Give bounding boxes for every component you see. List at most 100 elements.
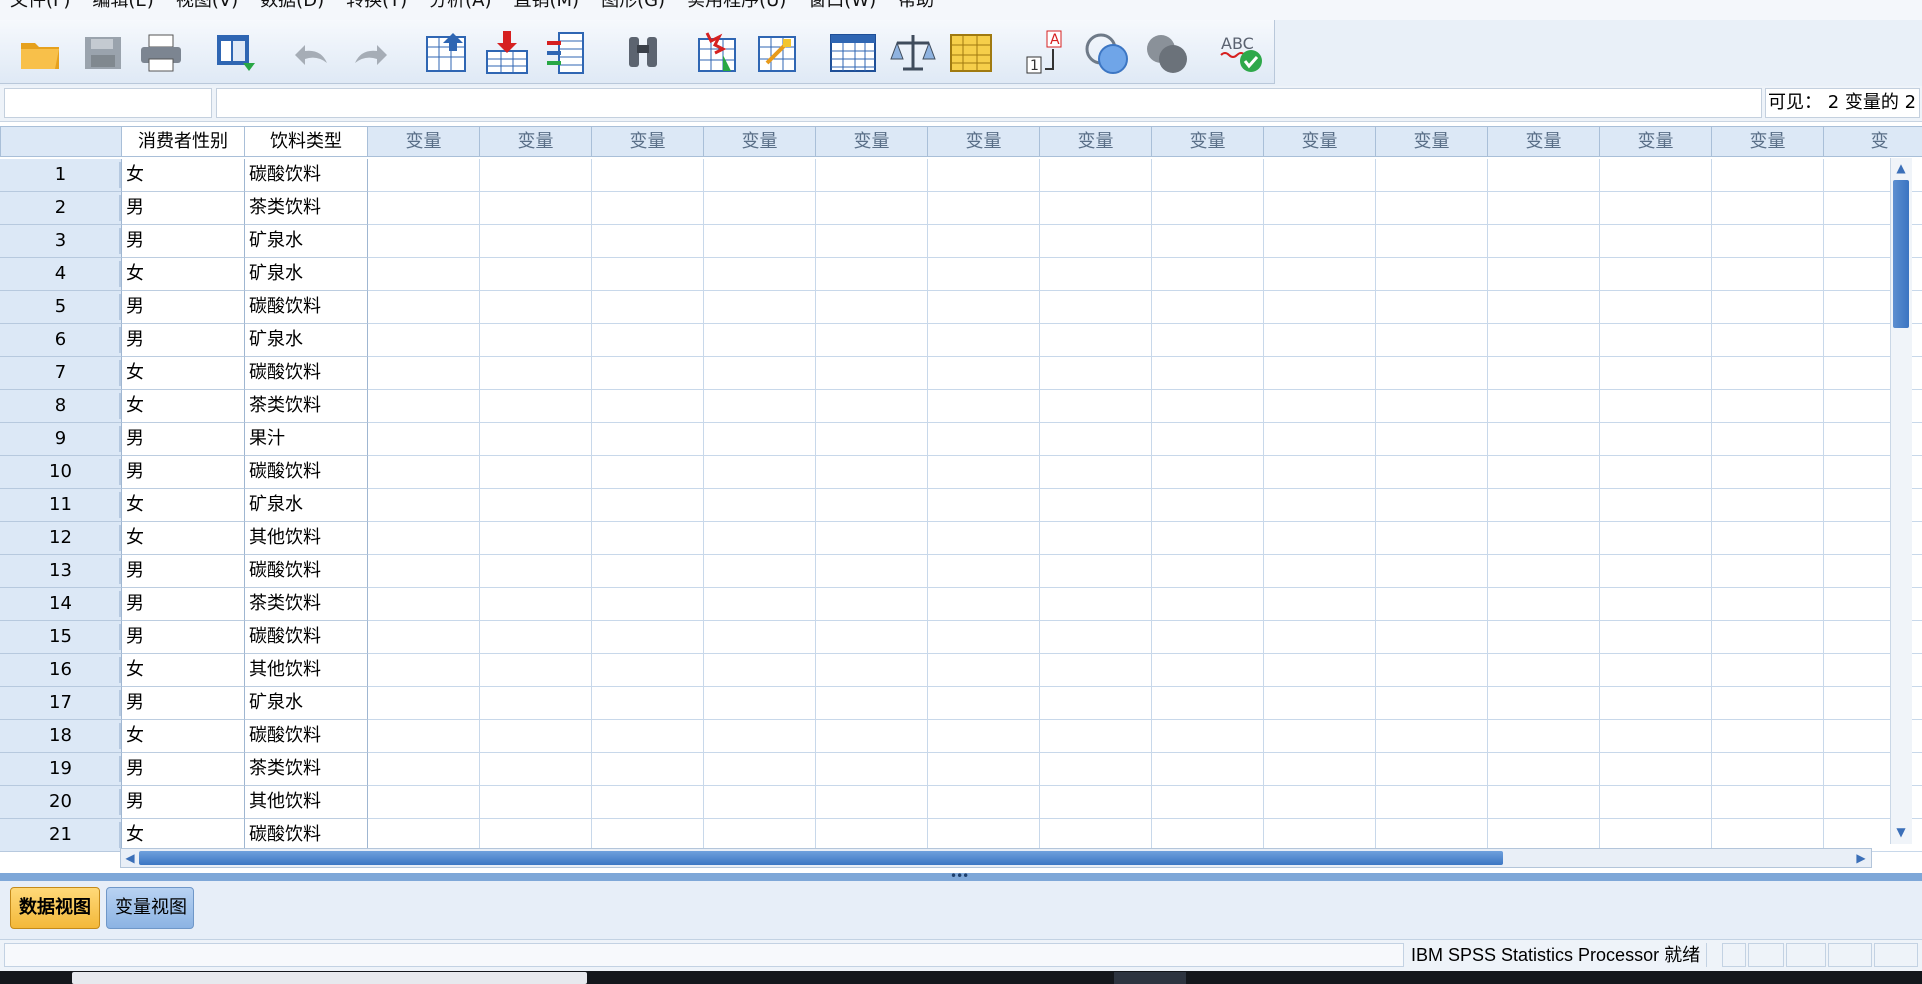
cell-empty[interactable] xyxy=(368,423,480,456)
cell-empty[interactable] xyxy=(368,555,480,588)
cell-gender[interactable]: 女 xyxy=(122,159,245,192)
cell-empty[interactable] xyxy=(1264,753,1376,786)
cell-empty[interactable] xyxy=(592,588,704,621)
scroll-right-icon[interactable]: ▶ xyxy=(1853,850,1869,866)
save-icon[interactable] xyxy=(78,28,128,78)
cell-empty[interactable] xyxy=(704,522,816,555)
cell-empty[interactable] xyxy=(928,324,1040,357)
cell-empty[interactable] xyxy=(1040,390,1152,423)
cell-empty[interactable] xyxy=(480,258,592,291)
cell-empty[interactable] xyxy=(1264,786,1376,819)
row-number[interactable]: 18 xyxy=(0,720,122,753)
cell-empty[interactable] xyxy=(1488,258,1600,291)
cell-empty[interactable] xyxy=(1040,456,1152,489)
cell-empty[interactable] xyxy=(928,225,1040,258)
cell-empty[interactable] xyxy=(1488,522,1600,555)
cell-empty[interactable] xyxy=(1712,291,1824,324)
cell-empty[interactable] xyxy=(1040,225,1152,258)
vertical-scrollbar[interactable]: ▲ ▼ xyxy=(1890,158,1912,844)
cell-empty[interactable] xyxy=(704,588,816,621)
cell-empty[interactable] xyxy=(1600,687,1712,720)
cell-empty[interactable] xyxy=(1152,786,1264,819)
cell-empty[interactable] xyxy=(704,357,816,390)
cell-empty[interactable] xyxy=(368,720,480,753)
cell-empty[interactable] xyxy=(480,423,592,456)
undo-icon[interactable] xyxy=(286,28,336,78)
cell-empty[interactable] xyxy=(928,192,1040,225)
cell-empty[interactable] xyxy=(928,555,1040,588)
cell-gender[interactable]: 男 xyxy=(122,456,245,489)
cell-empty[interactable] xyxy=(1264,423,1376,456)
cell-empty[interactable] xyxy=(1152,522,1264,555)
cell-empty[interactable] xyxy=(480,192,592,225)
cell-empty[interactable] xyxy=(1264,225,1376,258)
cell-empty[interactable] xyxy=(1264,555,1376,588)
cell-drink-type[interactable]: 茶类饮料 xyxy=(245,588,368,621)
cell-empty[interactable] xyxy=(1152,687,1264,720)
cell-empty[interactable] xyxy=(1488,687,1600,720)
cell-empty[interactable] xyxy=(704,225,816,258)
cell-empty[interactable] xyxy=(1152,720,1264,753)
cell-empty[interactable] xyxy=(368,324,480,357)
cell-empty[interactable] xyxy=(1600,555,1712,588)
cell-empty[interactable] xyxy=(1376,225,1488,258)
cell-empty[interactable] xyxy=(1712,588,1824,621)
column-header-gender[interactable]: 消费者性别 xyxy=(122,126,245,157)
cell-empty[interactable] xyxy=(816,621,928,654)
cell-empty[interactable] xyxy=(1040,753,1152,786)
column-header-empty-var[interactable]: 变量 xyxy=(928,126,1040,157)
print-icon[interactable] xyxy=(136,28,186,78)
cell-drink-type[interactable]: 其他饮料 xyxy=(245,786,368,819)
cell-empty[interactable] xyxy=(816,357,928,390)
cell-empty[interactable] xyxy=(928,159,1040,192)
cell-empty[interactable] xyxy=(1712,357,1824,390)
cell-empty[interactable] xyxy=(704,753,816,786)
cell-empty[interactable] xyxy=(480,291,592,324)
cell-empty[interactable] xyxy=(928,258,1040,291)
taskbar-app-button[interactable] xyxy=(1114,972,1186,984)
cell-empty[interactable] xyxy=(1264,357,1376,390)
cell-empty[interactable] xyxy=(1376,489,1488,522)
menu-analyze[interactable]: 分析(A) xyxy=(419,0,503,10)
cell-empty[interactable] xyxy=(592,720,704,753)
cell-empty[interactable] xyxy=(928,456,1040,489)
menu-utilities[interactable]: 实用程序(U) xyxy=(677,0,798,10)
cell-empty[interactable] xyxy=(1488,357,1600,390)
menu-window[interactable]: 窗口(W) xyxy=(798,0,888,10)
row-number[interactable]: 14 xyxy=(0,588,122,621)
cell-empty[interactable] xyxy=(1488,291,1600,324)
cell-empty[interactable] xyxy=(480,687,592,720)
cell-empty[interactable] xyxy=(592,258,704,291)
cell-empty[interactable] xyxy=(592,489,704,522)
column-header-empty-var[interactable]: 变量 xyxy=(592,126,704,157)
cell-empty[interactable] xyxy=(1600,357,1712,390)
cell-gender[interactable]: 男 xyxy=(122,555,245,588)
cell-empty[interactable] xyxy=(1040,522,1152,555)
cell-empty[interactable] xyxy=(1264,324,1376,357)
cell-empty[interactable] xyxy=(1376,258,1488,291)
cell-empty[interactable] xyxy=(1040,192,1152,225)
cell-drink-type[interactable]: 果汁 xyxy=(245,423,368,456)
cell-empty[interactable] xyxy=(1376,291,1488,324)
cell-empty[interactable] xyxy=(816,555,928,588)
cell-empty[interactable] xyxy=(1152,390,1264,423)
cell-empty[interactable] xyxy=(1376,588,1488,621)
select-cases-icon[interactable] xyxy=(946,28,996,78)
cell-empty[interactable] xyxy=(1152,456,1264,489)
menu-marketing[interactable]: 直销(M) xyxy=(504,0,592,10)
row-number[interactable]: 2 xyxy=(0,192,122,225)
cell-empty[interactable] xyxy=(592,522,704,555)
use-sets-icon[interactable] xyxy=(1082,28,1132,78)
cell-gender[interactable]: 男 xyxy=(122,225,245,258)
cell-gender[interactable]: 男 xyxy=(122,753,245,786)
cell-empty[interactable] xyxy=(1376,621,1488,654)
cell-empty[interactable] xyxy=(816,291,928,324)
cell-gender[interactable]: 女 xyxy=(122,357,245,390)
cell-empty[interactable] xyxy=(1376,390,1488,423)
cell-empty[interactable] xyxy=(1712,753,1824,786)
cell-empty[interactable] xyxy=(1376,159,1488,192)
cell-empty[interactable] xyxy=(1600,258,1712,291)
cell-drink-type[interactable]: 其他饮料 xyxy=(245,522,368,555)
cell-empty[interactable] xyxy=(368,522,480,555)
menu-file[interactable]: 文件(F) xyxy=(0,0,82,10)
